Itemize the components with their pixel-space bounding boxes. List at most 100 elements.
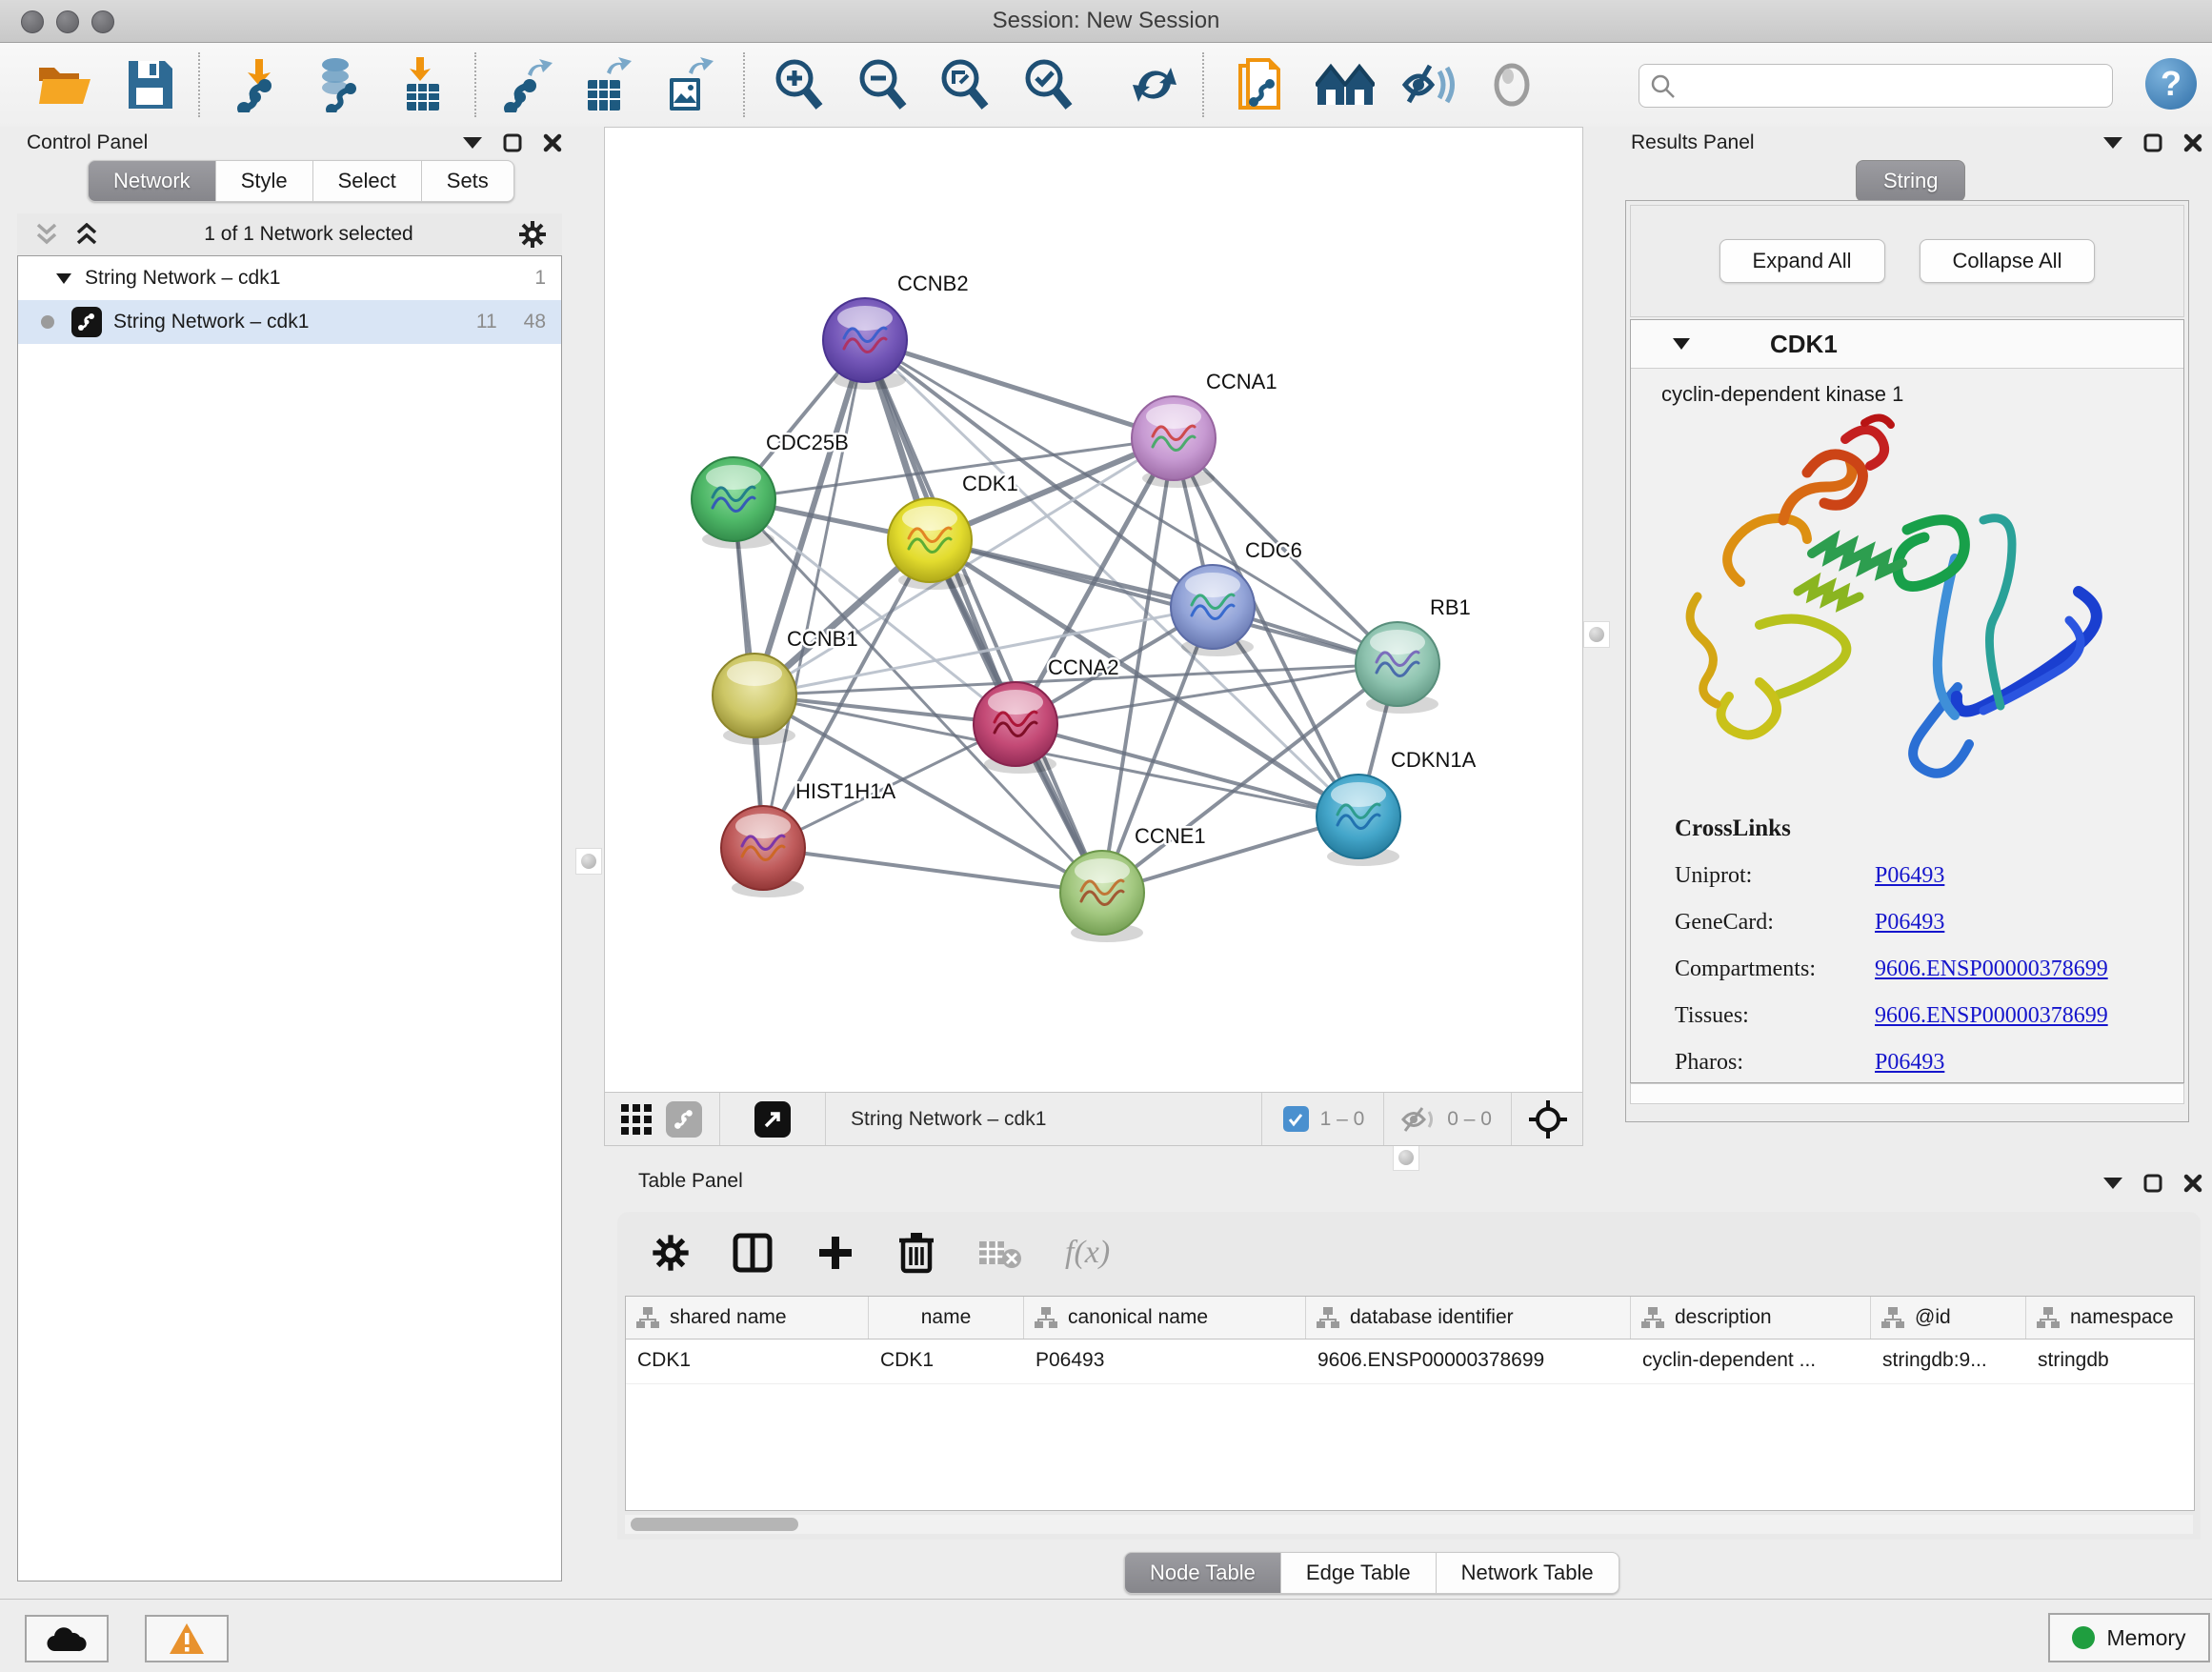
maximize-panel-icon[interactable] <box>503 133 522 152</box>
show-columns-icon[interactable] <box>732 1232 774 1274</box>
float-panel-icon[interactable] <box>2103 137 2122 149</box>
grid-view-icon[interactable] <box>620 1103 653 1136</box>
column-header-database-identifier[interactable]: database identifier <box>1306 1297 1631 1339</box>
vertical-splitter-handle[interactable] <box>575 848 602 875</box>
scrollbar-thumb[interactable] <box>631 1518 798 1531</box>
column-header-shared-name[interactable]: shared name <box>626 1297 869 1339</box>
vertical-splitter-handle[interactable] <box>1583 621 1610 648</box>
birdseye-navigator-icon[interactable] <box>1529 1100 1567 1138</box>
tab-string[interactable]: String <box>1856 160 1965 202</box>
export-network-button[interactable] <box>497 54 558 115</box>
help-button[interactable]: ? <box>2145 58 2197 110</box>
crosslink-link[interactable]: P06493 <box>1875 1050 1944 1076</box>
search-input[interactable] <box>1685 67 2099 103</box>
import-network-database-button[interactable] <box>307 54 368 115</box>
network-node-cdk1[interactable] <box>888 498 972 590</box>
close-panel-icon[interactable] <box>2183 133 2202 152</box>
network-node-hist1h1a[interactable] <box>721 806 805 897</box>
import-network-file-button[interactable] <box>229 54 290 115</box>
horizontal-splitter-handle[interactable] <box>1393 1144 1419 1171</box>
network-canvas[interactable]: CCNB2CCNA1CDC25BCDK1CDC6RB1CCNB1CCNA2CDK… <box>605 128 1582 1093</box>
maximize-panel-icon[interactable] <box>2143 133 2162 152</box>
table-cell[interactable]: cyclin-dependent ... <box>1631 1340 1871 1383</box>
network-node-cdc25b[interactable] <box>692 457 775 549</box>
gear-icon[interactable] <box>518 220 547 249</box>
export-table-button[interactable] <box>577 54 638 115</box>
cdk1-section-header[interactable]: CDK1 <box>1631 320 2183 369</box>
detach-view-icon[interactable] <box>754 1101 791 1138</box>
table-gear-icon[interactable] <box>652 1234 690 1272</box>
warnings-button[interactable] <box>145 1615 229 1662</box>
zoom-in-button[interactable] <box>768 54 829 115</box>
expand-all-icon[interactable] <box>74 223 99 246</box>
network-node-cdkn1a[interactable] <box>1317 775 1400 866</box>
network-node-rb1[interactable] <box>1356 622 1439 714</box>
hide-unselected-button[interactable] <box>1398 54 1459 115</box>
collapse-all-icon[interactable] <box>34 223 59 246</box>
crosslink-link[interactable]: P06493 <box>1875 910 1944 936</box>
collapse-all-button[interactable]: Collapse All <box>1920 239 2096 283</box>
table-cell[interactable]: 9606.ENSP00000378699 <box>1306 1340 1631 1383</box>
network-edge[interactable] <box>930 540 1398 664</box>
network-row[interactable]: String Network – cdk1 11 48 <box>18 300 561 344</box>
zoom-fit-button[interactable] <box>934 54 995 115</box>
crosslink-link[interactable]: 9606.ENSP00000378699 <box>1875 1003 2108 1029</box>
crosslink-link[interactable]: P06493 <box>1875 863 1944 889</box>
section-expanded-icon[interactable] <box>1673 338 1690 350</box>
network-node-ccne1[interactable] <box>1060 851 1144 942</box>
save-session-button[interactable] <box>120 54 181 115</box>
network-edge[interactable] <box>1016 724 1358 816</box>
close-panel-icon[interactable] <box>2183 1174 2202 1193</box>
tab-node-table[interactable]: Node Table <box>1124 1552 1281 1594</box>
crosslink-link[interactable]: 9606.ENSP00000378699 <box>1875 957 2108 982</box>
column-header-description[interactable]: description <box>1631 1297 1871 1339</box>
network-edge[interactable] <box>763 340 865 848</box>
network-node-ccna2[interactable] <box>974 682 1057 774</box>
network-node-ccnb1[interactable] <box>713 654 796 745</box>
selected-checkbox[interactable] <box>1283 1106 1309 1132</box>
show-all-button[interactable] <box>1482 54 1543 115</box>
memory-button[interactable]: Memory <box>2048 1613 2210 1662</box>
tab-network[interactable]: Network <box>88 160 216 202</box>
network-node-cdc6[interactable] <box>1171 565 1255 656</box>
float-panel-icon[interactable] <box>2103 1178 2122 1189</box>
float-panel-icon[interactable] <box>463 137 482 149</box>
table-cell[interactable]: stringdb <box>2026 1340 2195 1383</box>
table-row[interactable]: CDK1CDK1P064939606.ENSP00000378699cyclin… <box>626 1340 2194 1384</box>
network-edge[interactable] <box>865 340 1174 438</box>
table-horizontal-scrollbar[interactable] <box>625 1515 2193 1534</box>
tab-select[interactable]: Select <box>313 160 422 202</box>
open-session-button[interactable] <box>34 54 95 115</box>
network-edge[interactable] <box>763 848 1102 893</box>
zoom-out-button[interactable] <box>852 54 913 115</box>
expand-all-button[interactable]: Expand All <box>1719 239 1885 283</box>
column-header-canonical-name[interactable]: canonical name <box>1024 1297 1306 1339</box>
tab-network-table[interactable]: Network Table <box>1437 1552 1619 1594</box>
table-cell[interactable]: stringdb:9... <box>1871 1340 2026 1383</box>
column-header-namespace[interactable]: namespace <box>2026 1297 2195 1339</box>
column-header-name[interactable]: name <box>869 1297 1024 1339</box>
table-cell[interactable]: CDK1 <box>626 1340 869 1383</box>
close-panel-icon[interactable] <box>543 133 562 152</box>
tab-sets[interactable]: Sets <box>422 160 514 202</box>
export-image-button[interactable] <box>659 54 720 115</box>
string-home-button[interactable] <box>1315 54 1376 115</box>
expanded-arrow-icon[interactable] <box>56 273 71 284</box>
network-collection-row[interactable]: String Network – cdk1 1 <box>18 256 561 300</box>
delete-table-icon[interactable] <box>977 1236 1023 1270</box>
table-cell[interactable]: P06493 <box>1024 1340 1306 1383</box>
network-node-ccna1[interactable] <box>1132 396 1216 488</box>
zoom-selected-button[interactable] <box>1017 54 1078 115</box>
cloud-status-button[interactable] <box>25 1615 109 1662</box>
clone-network-button[interactable] <box>1231 54 1292 115</box>
table-cell[interactable]: CDK1 <box>869 1340 1024 1383</box>
network-badge-icon[interactable] <box>666 1101 702 1138</box>
delete-column-icon[interactable] <box>897 1231 935 1275</box>
refresh-layout-button[interactable] <box>1124 54 1185 115</box>
add-column-icon[interactable] <box>815 1233 855 1273</box>
maximize-panel-icon[interactable] <box>2143 1174 2162 1193</box>
import-table-button[interactable] <box>392 54 453 115</box>
network-edge[interactable] <box>865 340 1102 893</box>
column-header-@id[interactable]: @id <box>1871 1297 2026 1339</box>
tab-edge-table[interactable]: Edge Table <box>1281 1552 1437 1594</box>
